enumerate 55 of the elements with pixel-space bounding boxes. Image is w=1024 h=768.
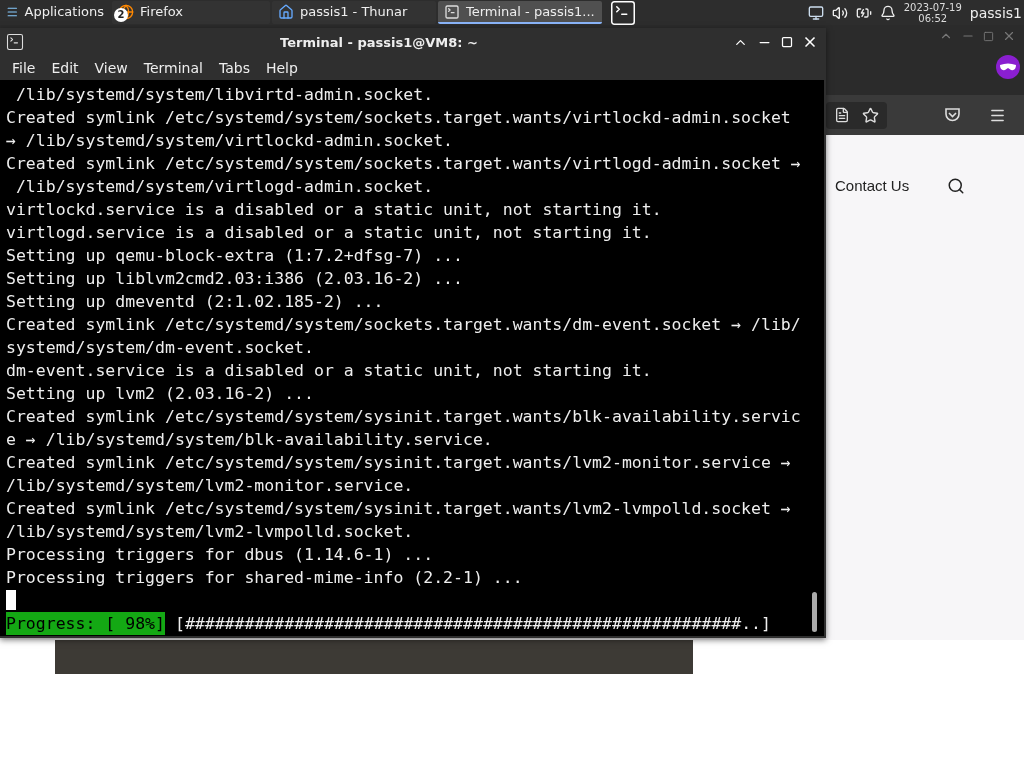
notification-icon[interactable]	[879, 4, 896, 21]
terminal-line: systemd/system/dm-event.socket.	[6, 337, 315, 359]
terminal-line: dm-event.service is a disabled or a static unit, not starting it.	[6, 360, 653, 382]
folder-home-icon	[278, 3, 294, 20]
terminal-line: Created symlink /etc/systemd/system/sysinit.target.wants/lvm2-lvmpolld.socket →	[6, 498, 792, 520]
bookmark-star-icon[interactable]	[862, 106, 879, 124]
terminal-line: virtlockd.service is a disabled or a static unit, not starting it.	[6, 199, 663, 221]
network-icon[interactable]	[807, 4, 824, 21]
terminal-line: virtlogd.service is a disabled or a static unit, not starting it.	[6, 222, 653, 244]
clock-time: 06:52	[918, 12, 948, 24]
terminal-line: Setting up lvm2 (2.03.16-2) ...	[6, 383, 315, 405]
taskbar-window-button[interactable]: Terminal - passis1...	[438, 1, 602, 24]
menu-item[interactable]: Tabs	[210, 60, 258, 76]
terminal-line: Setting up qemu-block-extra (1:7.2+dfsg-7) ...	[6, 245, 464, 267]
taskbar-window-button[interactable]: passis1 - Thunar	[272, 1, 436, 24]
menu-item[interactable]: Help	[257, 60, 306, 76]
terminal-icon	[444, 3, 460, 20]
terminal-line: → /lib/systemd/system/virtlockd-admin.socket.	[6, 130, 455, 152]
text-cursor	[6, 590, 16, 610]
terminal-line: Created symlink /etc/systemd/system/sockets.target.wants/dm-event.socket → /lib/	[6, 314, 802, 336]
terminal-line: /lib/systemd/system/libvirtd-admin.socket.	[14, 84, 435, 106]
terminal-line: Created symlink /etc/systemd/system/sysinit.target.wants/blk-availability.servic	[6, 406, 802, 428]
applications-menu[interactable]: Applications	[0, 1, 110, 24]
terminal-line: Created symlink /etc/systemd/system/sysinit.target.wants/lvm2-monitor.service →	[6, 452, 792, 474]
private-mask-icon[interactable]	[996, 55, 1020, 79]
clock-date: 2023-07-19	[903, 1, 962, 13]
scrollbar-thumb[interactable]	[811, 592, 817, 632]
pocket-icon[interactable]	[944, 107, 961, 123]
terminal-line: Processing triggers for dbus (1.14.6-1) ...	[6, 544, 435, 566]
volume-icon[interactable]	[831, 4, 848, 21]
nav-link[interactable]: Contact Us	[835, 177, 910, 194]
menu-item[interactable]: Edit	[43, 60, 87, 76]
user-name[interactable]: passis1	[969, 4, 1022, 21]
terminal-line: /lib/systemd/system/lvm2-lvmpolld.socket.	[6, 521, 415, 543]
window-count-badge: 2	[114, 7, 128, 22]
taskbar-window-button[interactable]: 2 Firefox	[112, 1, 270, 24]
reader-view-icon[interactable]	[834, 106, 850, 123]
terminal-line: /lib/systemd/system/virtlogd-admin.socket.	[14, 176, 435, 198]
terminal-line: Setting up dmeventd (2:1.02.185-2) ...	[6, 291, 385, 313]
terminal-line: /lib/systemd/system/lvm2-monitor.service.	[6, 475, 415, 497]
menu-item[interactable]: View	[86, 60, 136, 76]
window-title: Terminal - passis1@VM8: ~	[279, 34, 479, 50]
menu-item[interactable]: Terminal	[135, 60, 211, 76]
menu-item[interactable]: File	[4, 60, 44, 76]
terminal-line: Processing triggers for shared-mime-info (2.2-1) ...	[6, 567, 524, 589]
terminal-icon	[5, 32, 25, 52]
progress-label: Progress: [ 98%]	[6, 612, 165, 635]
terminal-line: Created symlink /etc/systemd/system/sockets.target.wants/virtlockd-admin.socket	[6, 107, 792, 129]
terminal-line: e → /lib/systemd/system/blk-availability.service.	[6, 429, 494, 451]
progress-bar-text: [########################################################..]	[174, 613, 771, 635]
terminal-line: Setting up liblvm2cmd2.03:i386 (2.03.16-2) ...	[6, 268, 464, 290]
terminal-line: Created symlink /etc/systemd/system/sockets.target.wants/virtlogd-admin.socket →	[6, 153, 802, 175]
search-icon[interactable]	[947, 177, 966, 195]
terminal-launcher-icon[interactable]	[608, 0, 638, 28]
close-icon[interactable]	[802, 34, 818, 50]
